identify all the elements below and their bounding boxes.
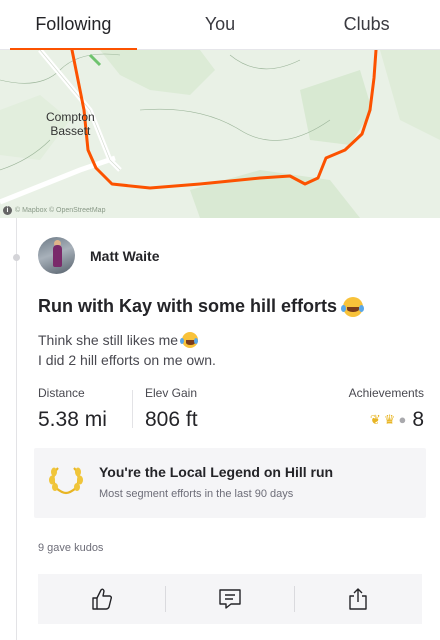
tab-clubs[interactable]: Clubs: [293, 0, 440, 49]
kudos-thumb-icon: [91, 588, 112, 610]
map-place-label: Compton Bassett: [46, 110, 95, 138]
activity-map[interactable]: Compton Bassett i © Mapbox © OpenStreetM…: [0, 50, 440, 218]
crown-icon: ♛: [383, 412, 396, 427]
comment-button[interactable]: [166, 574, 293, 624]
share-button[interactable]: [295, 574, 422, 624]
activity-stats: Distance 5.38 mi Elev Gain 806 ft Achiev…: [38, 386, 424, 432]
feed-tab-bar: Following You Clubs: [0, 0, 440, 50]
laughing-emoji-icon: [341, 296, 364, 317]
activity-card: Matt Waite Run with Kay with some hill e…: [0, 218, 440, 640]
kudos-button[interactable]: [38, 574, 165, 624]
info-icon[interactable]: i: [3, 206, 12, 215]
kudos-count[interactable]: 9 gave kudos: [38, 542, 103, 554]
map-attribution[interactable]: i © Mapbox © OpenStreetMap: [3, 206, 105, 215]
stat-elevation: Elev Gain 806 ft: [145, 386, 198, 431]
activity-description: Think she still likes me I did 2 hill ef…: [38, 332, 216, 368]
local-legend-banner[interactable]: You're the Local Legend on Hill run Most…: [34, 448, 426, 518]
activity-title[interactable]: Run with Kay with some hill efforts: [38, 296, 364, 317]
stat-distance: Distance 5.38 mi: [38, 386, 107, 431]
tab-following[interactable]: Following: [0, 0, 147, 50]
laurel-icon: ❦: [369, 412, 381, 427]
timeline-dot: [13, 254, 20, 261]
athlete-name[interactable]: Matt Waite: [90, 248, 159, 264]
tab-you[interactable]: You: [147, 0, 294, 49]
laurel-wreath-icon: [49, 467, 83, 495]
timeline-line: [16, 218, 17, 640]
silver-medal-icon: ●: [398, 412, 407, 427]
share-icon: [349, 588, 368, 610]
comment-icon: [219, 589, 241, 609]
stat-divider: [132, 390, 133, 428]
local-legend-subtitle: Most segment efforts in the last 90 days: [99, 488, 294, 500]
avatar[interactable]: [38, 237, 75, 274]
activity-action-bar: [38, 574, 422, 624]
laughing-emoji-icon: [180, 332, 199, 348]
local-legend-title: You're the Local Legend on Hill run: [99, 464, 334, 480]
stat-achievements[interactable]: Achievements ❦ ♛ ● 8: [349, 386, 424, 432]
